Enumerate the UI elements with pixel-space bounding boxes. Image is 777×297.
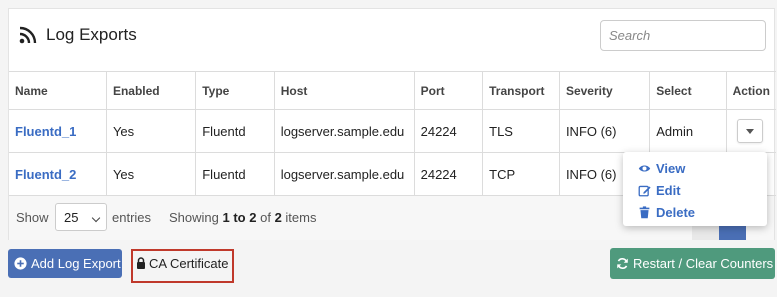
table-header-row: Name Enabled Type Host Port Transport Se… <box>9 71 776 110</box>
row-enabled: Yes <box>105 152 197 196</box>
row-name-link[interactable]: Fluentd_2 <box>9 152 107 196</box>
row-host: logserver.sample.edu <box>273 152 415 196</box>
col-header-severity[interactable]: Severity <box>558 71 651 110</box>
col-header-type[interactable]: Type <box>195 71 275 110</box>
action-dropdown-button[interactable] <box>736 119 763 143</box>
ca-certificate-label: CA Certificate <box>149 255 229 271</box>
restart-clear-counters-button[interactable]: Restart / Clear Counters <box>610 248 775 279</box>
panel-header: Log Exports <box>9 9 774 71</box>
row-action-cell <box>725 109 776 153</box>
chevron-down-icon <box>91 213 101 223</box>
pagination-active-page[interactable] <box>719 224 746 240</box>
menu-item-delete[interactable]: Delete <box>638 205 695 220</box>
row-name-link[interactable]: Fluentd_1 <box>9 109 107 153</box>
add-log-export-button[interactable]: Add Log Export <box>8 249 122 278</box>
title-wrap: Log Exports <box>19 25 137 45</box>
row-port: 24224 <box>413 109 484 153</box>
table-info: Showing 1 to 2 of 2 items <box>169 210 316 225</box>
menu-item-view[interactable]: View <box>638 161 685 176</box>
edit-icon <box>638 185 651 197</box>
row-select: Admin <box>649 109 727 153</box>
row-port: 24224 <box>413 152 484 196</box>
table-row: Fluentd_1 Yes Fluentd logserver.sample.e… <box>9 109 776 153</box>
page-size-select[interactable]: 25 <box>55 203 107 231</box>
info-prefix: Showing <box>169 210 219 225</box>
col-header-select[interactable]: Select <box>649 71 727 110</box>
row-type: Fluentd <box>195 109 275 153</box>
info-of: of <box>260 210 271 225</box>
col-header-enabled[interactable]: Enabled <box>105 71 197 110</box>
menu-item-edit[interactable]: Edit <box>638 183 681 198</box>
col-header-name[interactable]: Name <box>9 71 107 110</box>
info-total: 2 <box>274 210 282 225</box>
row-type: Fluentd <box>195 152 275 196</box>
menu-item-view-label: View <box>656 161 686 176</box>
page-title: Log Exports <box>46 25 137 44</box>
info-range: 1 to 2 <box>222 210 257 225</box>
entries-label: entries <box>112 210 152 225</box>
add-log-export-label: Add Log Export <box>31 256 121 271</box>
col-header-transport[interactable]: Transport <box>482 71 560 110</box>
caret-down-icon <box>745 128 754 134</box>
restart-clear-counters-label: Restart / Clear Counters <box>633 256 774 271</box>
rss-icon <box>19 26 37 44</box>
plus-circle-icon <box>14 257 27 270</box>
page-size-value: 25 <box>64 209 79 225</box>
col-header-port[interactable]: Port <box>413 71 484 110</box>
row-transport: TCP <box>482 152 560 196</box>
col-header-action: Action <box>725 71 776 110</box>
action-dropdown-menu: View Edit Delete <box>623 152 767 226</box>
eye-icon <box>638 165 651 172</box>
show-label: Show <box>16 210 49 225</box>
row-transport: TLS <box>482 109 560 153</box>
row-enabled: Yes <box>105 109 197 153</box>
col-header-host[interactable]: Host <box>273 71 415 110</box>
trash-icon <box>639 206 650 219</box>
lock-icon <box>137 257 145 269</box>
row-severity: INFO (6) <box>558 109 651 153</box>
ca-certificate-button[interactable]: CA Certificate <box>131 249 234 283</box>
row-host: logserver.sample.edu <box>273 109 415 153</box>
search-input[interactable] <box>600 20 766 51</box>
info-suffix: items <box>285 210 317 225</box>
menu-item-edit-label: Edit <box>656 183 681 198</box>
refresh-icon <box>617 258 628 269</box>
menu-item-delete-label: Delete <box>656 205 696 220</box>
